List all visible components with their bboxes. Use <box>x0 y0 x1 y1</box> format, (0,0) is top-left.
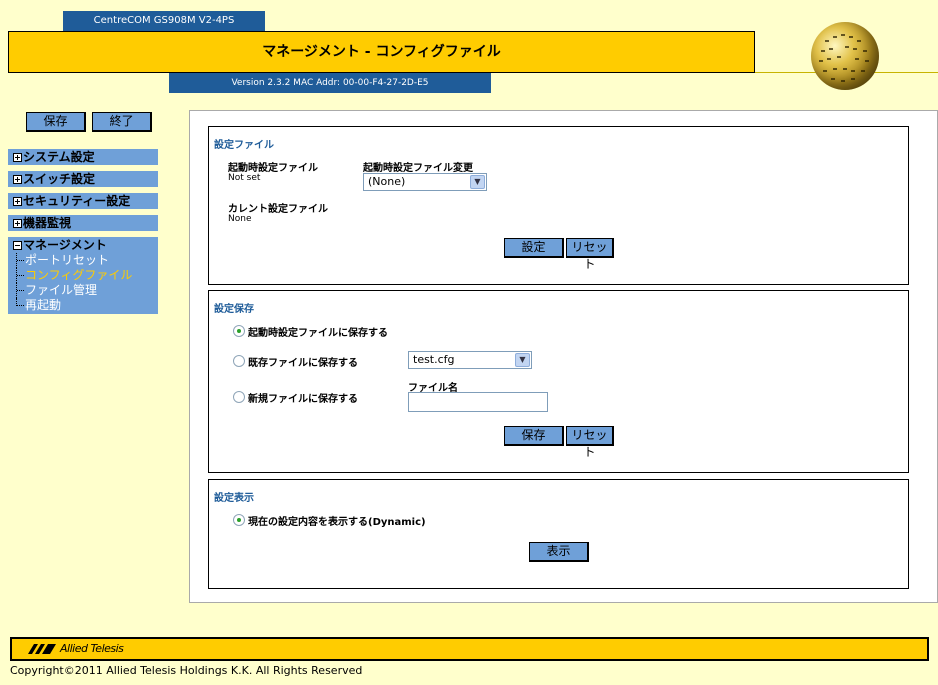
nav-item-file-management[interactable]: ファイル管理 <box>8 283 158 298</box>
page-title: マネージメント - コンフィグファイル <box>8 31 755 73</box>
startup-file-select[interactable]: (None) ▼ <box>363 173 487 191</box>
expand-icon <box>13 174 22 184</box>
reset-save-button[interactable]: リセット <box>566 426 614 459</box>
config-show-section: 設定表示 現在の設定内容を表示する(Dynamic) 表示 <box>208 479 909 589</box>
startup-change-label: 起動時設定ファイル変更 <box>363 163 473 174</box>
brand-name: Allied Telesis <box>60 642 124 655</box>
config-save-section: 設定保存 起動時設定ファイルに保存する 既存ファイルに保存する test.cfg… <box>208 290 909 473</box>
nav-management: マネージメント ポートリセット コンフィグファイル ファイル管理 再起動 <box>8 237 158 314</box>
radio-show-dynamic[interactable] <box>233 514 245 526</box>
model-name: CentreCOM GS908M V2-4PS <box>63 11 265 31</box>
chevron-down-icon: ▼ <box>515 353 530 367</box>
exit-button[interactable]: 終了 <box>92 112 153 132</box>
nav-switch-settings[interactable]: スイッチ設定 <box>8 171 158 187</box>
section-title: 設定表示 <box>214 493 254 504</box>
globe-icon <box>811 22 879 90</box>
startup-file-value: Not set <box>228 173 261 183</box>
radio-save-existing-label: 既存ファイルに保存する <box>248 358 358 369</box>
existing-file-select[interactable]: test.cfg ▼ <box>408 351 532 369</box>
nav-management-header[interactable]: マネージメント <box>8 237 158 253</box>
allied-telesis-logo-icon <box>28 643 56 654</box>
radio-save-startup[interactable] <box>233 325 245 337</box>
nav-device-monitor[interactable]: 機器監視 <box>8 215 158 231</box>
reset-button[interactable]: リセット <box>566 238 614 271</box>
nav-label: スイッチ設定 <box>23 172 96 186</box>
radio-show-dynamic-label: 現在の設定内容を表示する(Dynamic) <box>248 517 426 528</box>
radio-save-startup-label: 起動時設定ファイルに保存する <box>248 328 388 339</box>
current-file-value: None <box>228 214 252 224</box>
apply-button[interactable]: 設定 <box>504 238 564 258</box>
nav-label: システム設定 <box>23 150 95 164</box>
save-button[interactable]: 保存 <box>26 112 86 132</box>
nav-label: 機器監視 <box>23 216 72 230</box>
section-title: 設定ファイル <box>214 140 274 151</box>
radio-save-new[interactable] <box>233 391 245 403</box>
footer-bar: Allied Telesis <box>10 637 929 661</box>
config-file-section: 設定ファイル 起動時設定ファイル Not set 起動時設定ファイル変更 (No… <box>208 126 909 285</box>
main-panel: 設定ファイル 起動時設定ファイル Not set 起動時設定ファイル変更 (No… <box>189 110 938 603</box>
collapse-icon <box>13 240 22 250</box>
version-info: Version 2.3.2 MAC Addr: 00-00-F4-27-2D-E… <box>169 73 491 93</box>
copyright: Copyright©2011 Allied Telesis Holdings K… <box>10 664 363 677</box>
brand-logo: Allied Telesis <box>28 642 124 655</box>
nav-item-config-file[interactable]: コンフィグファイル <box>8 268 158 283</box>
section-title: 設定保存 <box>214 304 254 315</box>
current-file-label: カレント設定ファイル <box>228 204 328 215</box>
nav-item-port-reset[interactable]: ポートリセット <box>8 253 158 268</box>
show-button[interactable]: 表示 <box>529 542 589 562</box>
nav-item-reboot[interactable]: 再起動 <box>8 298 158 313</box>
chevron-down-icon: ▼ <box>470 175 485 189</box>
expand-icon <box>13 218 22 228</box>
expand-icon <box>13 196 22 206</box>
startup-file-label: 起動時設定ファイル <box>228 163 318 174</box>
radio-save-new-label: 新規ファイルに保存する <box>248 394 358 405</box>
nav-system-settings[interactable]: システム設定 <box>8 149 158 165</box>
save-config-button[interactable]: 保存 <box>504 426 564 446</box>
radio-save-existing[interactable] <box>233 355 245 367</box>
nav-label: セキュリティー設定 <box>23 194 131 208</box>
nav-security-settings[interactable]: セキュリティー設定 <box>8 193 158 209</box>
expand-icon <box>13 152 22 162</box>
nav-label: マネージメント <box>23 238 107 252</box>
filename-input[interactable] <box>408 392 548 412</box>
